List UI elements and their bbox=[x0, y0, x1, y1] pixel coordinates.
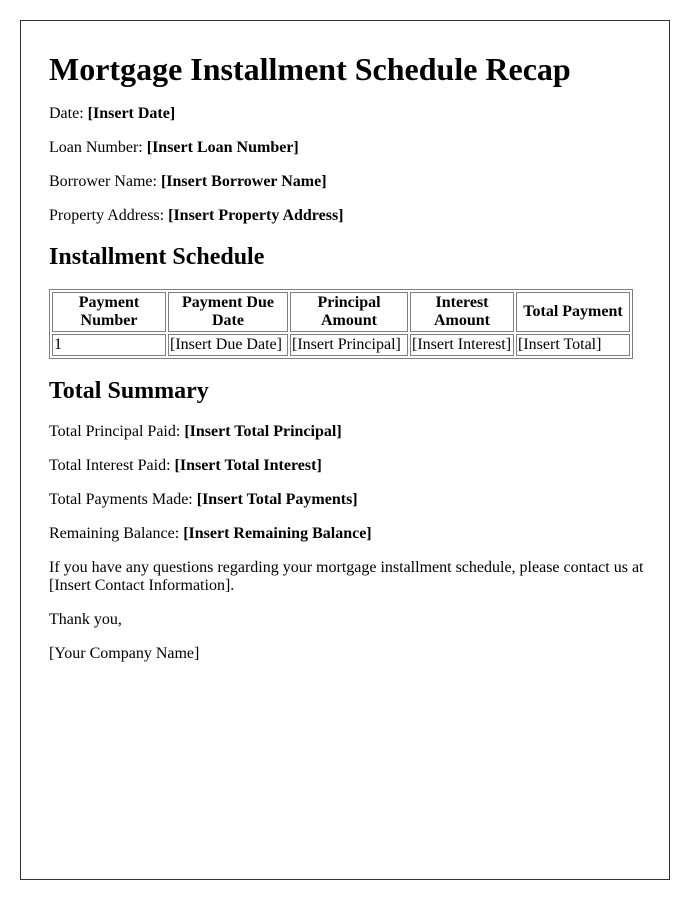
cell-principal: [Insert Principal] bbox=[290, 334, 408, 356]
summary-heading: Total Summary bbox=[49, 378, 209, 404]
total-payments-field: Total Payments Made: [Insert Total Payme… bbox=[49, 491, 649, 509]
property-address-field: Property Address: [Insert Property Addre… bbox=[49, 207, 649, 225]
contact-paragraph: If you have any questions regarding your… bbox=[49, 559, 644, 594]
schedule-heading: Installment Schedule bbox=[49, 244, 265, 270]
field-label: Loan Number: bbox=[49, 139, 143, 156]
field-value: [Insert Loan Number] bbox=[146, 139, 299, 156]
field-value: [Insert Total Interest] bbox=[174, 457, 322, 474]
field-value: [Insert Date] bbox=[87, 105, 176, 122]
cell-payment-number: 1 bbox=[52, 334, 166, 356]
field-value: [Insert Borrower Name] bbox=[160, 173, 327, 190]
field-label: Total Payments Made: bbox=[49, 491, 193, 508]
column-header-due-date: Payment Due Date bbox=[168, 292, 288, 332]
table-header-row: Payment Number Payment Due Date Principa… bbox=[52, 292, 630, 332]
date-field: Date: [Insert Date] bbox=[49, 105, 649, 123]
remaining-balance-field: Remaining Balance: [Insert Remaining Bal… bbox=[49, 525, 649, 543]
signature: [Your Company Name] bbox=[49, 645, 200, 662]
installment-schedule-table: Payment Number Payment Due Date Principa… bbox=[49, 289, 633, 359]
column-header-interest: Interest Amount bbox=[410, 292, 514, 332]
letter-page: Mortgage Installment Schedule Recap Date… bbox=[20, 20, 670, 880]
field-label: Property Address: bbox=[49, 207, 165, 224]
column-header-payment-number: Payment Number bbox=[52, 292, 166, 332]
column-header-total: Total Payment bbox=[516, 292, 630, 332]
page-title: Mortgage Installment Schedule Recap bbox=[49, 51, 571, 87]
total-interest-field: Total Interest Paid: [Insert Total Inter… bbox=[49, 457, 649, 475]
field-label: Total Principal Paid: bbox=[49, 423, 181, 440]
column-header-principal: Principal Amount bbox=[290, 292, 408, 332]
field-label: Date: bbox=[49, 105, 84, 122]
cell-due-date: [Insert Due Date] bbox=[168, 334, 288, 356]
loan-number-field: Loan Number: [Insert Loan Number] bbox=[49, 139, 649, 157]
cell-total: [Insert Total] bbox=[516, 334, 630, 356]
table-row: 1 [Insert Due Date] [Insert Principal] [… bbox=[52, 334, 630, 356]
cell-interest: [Insert Interest] bbox=[410, 334, 514, 356]
closing-text: Thank you, bbox=[49, 611, 122, 628]
field-value: [Insert Property Address] bbox=[168, 207, 344, 224]
field-label: Remaining Balance: bbox=[49, 525, 180, 542]
total-principal-field: Total Principal Paid: [Insert Total Prin… bbox=[49, 423, 649, 441]
field-value: [Insert Total Principal] bbox=[184, 423, 342, 440]
field-label: Total Interest Paid: bbox=[49, 457, 171, 474]
field-value: [Insert Total Payments] bbox=[196, 491, 358, 508]
field-value: [Insert Remaining Balance] bbox=[183, 525, 372, 542]
field-label: Borrower Name: bbox=[49, 173, 157, 190]
borrower-name-field: Borrower Name: [Insert Borrower Name] bbox=[49, 173, 649, 191]
